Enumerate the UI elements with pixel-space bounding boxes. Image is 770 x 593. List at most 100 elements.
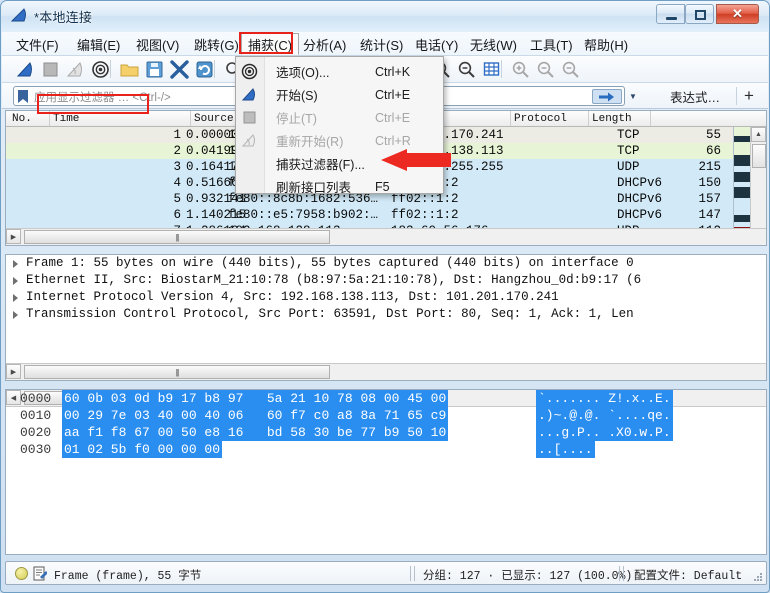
detail-tree-item[interactable]: Internet Protocol Version 4, Src: 192.16…: [6, 289, 766, 306]
scroll-thumb[interactable]: |||: [24, 230, 330, 244]
column-header-label: Source: [194, 113, 234, 125]
packet-detail-tree[interactable]: Frame 1: 55 bytes on wire (440 bits), 55…: [6, 255, 766, 323]
packet-cell-len: 150: [661, 175, 721, 191]
close-button[interactable]: ✕: [716, 4, 759, 24]
menu-2[interactable]: 编辑(E): [71, 34, 126, 54]
minimize-button[interactable]: [656, 4, 685, 24]
menu-item-shortcut: F5: [375, 180, 390, 194]
zoom-reset-icon[interactable]: [536, 60, 555, 79]
save-file-icon[interactable]: [145, 60, 164, 79]
expand-triangle-icon[interactable]: [13, 260, 18, 268]
packet-detail-horizontal-scrollbar[interactable]: ◀ ||| ▶: [6, 363, 766, 380]
zoom-normal-icon[interactable]: [561, 60, 580, 79]
hex-dump-row[interactable]: 003001 02 5b f0 00 00 00..[....: [6, 441, 766, 458]
menu-label: 工具(T): [530, 35, 573, 54]
scroll-right-arrow[interactable]: ▶: [6, 229, 21, 244]
open-file-icon[interactable]: [120, 60, 139, 79]
packet-cell-dst: ff02::1:2: [391, 207, 551, 223]
menu-11[interactable]: 帮助(H): [578, 34, 634, 54]
menu-7[interactable]: 统计(S): [354, 34, 409, 54]
menu-label: 文件(F): [16, 35, 59, 54]
packet-detail-pane[interactable]: Frame 1: 55 bytes on wire (440 bits), 55…: [5, 254, 767, 381]
toolbar-separator: [501, 60, 502, 78]
menu-4[interactable]: 跳转(G): [188, 34, 245, 54]
wireshark-window: *本地连接 ✕ 文件(F) 编辑(E) 视图(V)跳转(G)捕获(C)分析(A)统计…: [0, 0, 770, 593]
start-capture-icon[interactable]: [16, 60, 35, 79]
menu-item-6[interactable]: 刷新接口列表 F5: [236, 175, 445, 198]
reload-file-icon[interactable]: [195, 60, 214, 79]
title-bar: *本地连接 ✕: [1, 1, 769, 31]
menu-item-shortcut: Ctrl+K: [375, 65, 410, 79]
stop-square-icon: [241, 109, 258, 126]
column-header-6[interactable]: Length: [589, 111, 651, 126]
apply-filter-button[interactable]: [592, 89, 622, 104]
filter-history-dropdown[interactable]: ▼: [625, 89, 641, 104]
status-profile[interactable]: 配置文件: Default: [634, 567, 742, 583]
detail-tree-item[interactable]: Ethernet II, Src: BiostarM_21:10:78 (b8:…: [6, 272, 766, 289]
scroll-thumb[interactable]: [752, 144, 766, 168]
capture-filter-highlight-box: [37, 94, 149, 114]
add-filter-button[interactable]: +: [744, 86, 754, 105]
restart-capture-icon[interactable]: [66, 60, 85, 79]
expert-info-circle-icon[interactable]: [15, 567, 28, 580]
menu-1[interactable]: 文件(F): [10, 34, 65, 54]
menu-6[interactable]: 分析(A): [297, 34, 352, 54]
packet-cell-no: 5: [6, 191, 181, 207]
hex-offset: 0030: [20, 441, 51, 458]
resize-columns-icon[interactable]: [482, 60, 501, 79]
capture-comment-icon[interactable]: [33, 566, 47, 581]
menu-item-label: 刷新接口列表: [276, 177, 351, 196]
menu-bar: 文件(F) 编辑(E) 视图(V)跳转(G)捕获(C)分析(A)统计(S)电话(Y)…: [2, 32, 768, 56]
menu-9[interactable]: 无线(W): [464, 34, 523, 54]
menu-item-3[interactable]: 停止(T)Ctrl+E: [236, 106, 445, 129]
expand-triangle-icon[interactable]: [13, 311, 18, 319]
capture-options-gear-icon: [241, 63, 258, 80]
detail-tree-item[interactable]: Frame 1: 55 bytes on wire (440 bits), 55…: [6, 255, 766, 272]
hex-bytes: 60 0b 03 0d b9 17 b8 97 5a 21 10 78 08 0…: [62, 390, 448, 407]
hex-offset: 0020: [20, 424, 51, 441]
hex-ascii: ..[....: [536, 441, 595, 458]
close-icon: ✕: [717, 5, 758, 23]
start-fin-icon: [241, 86, 258, 103]
menu-label: 编辑(E): [77, 35, 120, 54]
scroll-up-arrow[interactable]: ▲: [751, 127, 766, 142]
expand-triangle-icon[interactable]: [13, 277, 18, 285]
detail-tree-label: Transmission Control Protocol, Src Port:…: [26, 307, 634, 321]
menu-item-label: 开始(S): [276, 85, 318, 104]
menu-8[interactable]: 电话(Y): [409, 34, 464, 54]
menu-item-2[interactable]: 开始(S)Ctrl+E: [236, 83, 445, 106]
minimize-icon: [666, 17, 677, 20]
status-field-text: Frame (frame), 55 字节: [54, 567, 201, 583]
hex-dump-row[interactable]: 001000 29 7e 03 40 00 40 06 60 f7 c0 a8 …: [6, 407, 766, 424]
packet-bytes-pane[interactable]: ◀ ||| 000060 0b 03 0d b9 17 b8 97 5a 21 …: [5, 389, 767, 555]
stop-capture-icon[interactable]: [41, 60, 60, 79]
hex-dump-row[interactable]: 0020aa f1 f8 67 00 50 e8 16 bd 58 30 be …: [6, 424, 766, 441]
menu-5[interactable]: 捕获(C): [241, 33, 299, 55]
column-header-5[interactable]: Protocol: [511, 111, 589, 126]
resize-grip-icon[interactable]: [753, 572, 763, 582]
packet-row[interactable]: 61.140215fe80::e5:7958:b902:…ff02::1:2DH…: [6, 207, 733, 223]
packet-list-horizontal-scrollbar[interactable]: ◀ ||| ▶: [6, 228, 766, 245]
close-file-icon[interactable]: [170, 60, 189, 79]
capture-options-icon[interactable]: [91, 60, 110, 79]
expand-triangle-icon[interactable]: [13, 294, 18, 302]
hex-bytes: 00 29 7e 03 40 00 40 06 60 f7 c0 a8 8a 7…: [62, 407, 448, 424]
scroll-thumb[interactable]: |||: [24, 365, 330, 379]
zoom-in-icon[interactable]: [511, 60, 530, 79]
filter-expression-button[interactable]: 表达式…: [670, 87, 720, 106]
menu-10[interactable]: 工具(T): [524, 34, 579, 54]
scroll-right-arrow[interactable]: ▶: [6, 364, 21, 379]
menu-item-1[interactable]: 选项(O)...Ctrl+K: [236, 60, 445, 83]
menu-3[interactable]: 视图(V): [130, 34, 185, 54]
hex-dump[interactable]: 000060 0b 03 0d b9 17 b8 97 5a 21 10 78 …: [6, 390, 766, 458]
hex-dump-row[interactable]: 000060 0b 03 0d b9 17 b8 97 5a 21 10 78 …: [6, 390, 766, 407]
bookmark-icon[interactable]: [17, 89, 29, 104]
wireshark-fin-icon: [11, 8, 29, 23]
capture-menu-dropdown[interactable]: 选项(O)...Ctrl+K开始(S)Ctrl+E停止(T)Ctrl+E重新开始…: [235, 56, 444, 194]
detail-tree-label: Ethernet II, Src: BiostarM_21:10:78 (b8:…: [26, 273, 641, 287]
maximize-button[interactable]: [685, 4, 714, 24]
detail-tree-label: Frame 1: 55 bytes on wire (440 bits), 55…: [26, 256, 634, 270]
zoom-out-b-icon[interactable]: [457, 60, 476, 79]
detail-tree-item[interactable]: Transmission Control Protocol, Src Port:…: [6, 306, 766, 323]
packet-cell-no: 2: [6, 143, 181, 159]
